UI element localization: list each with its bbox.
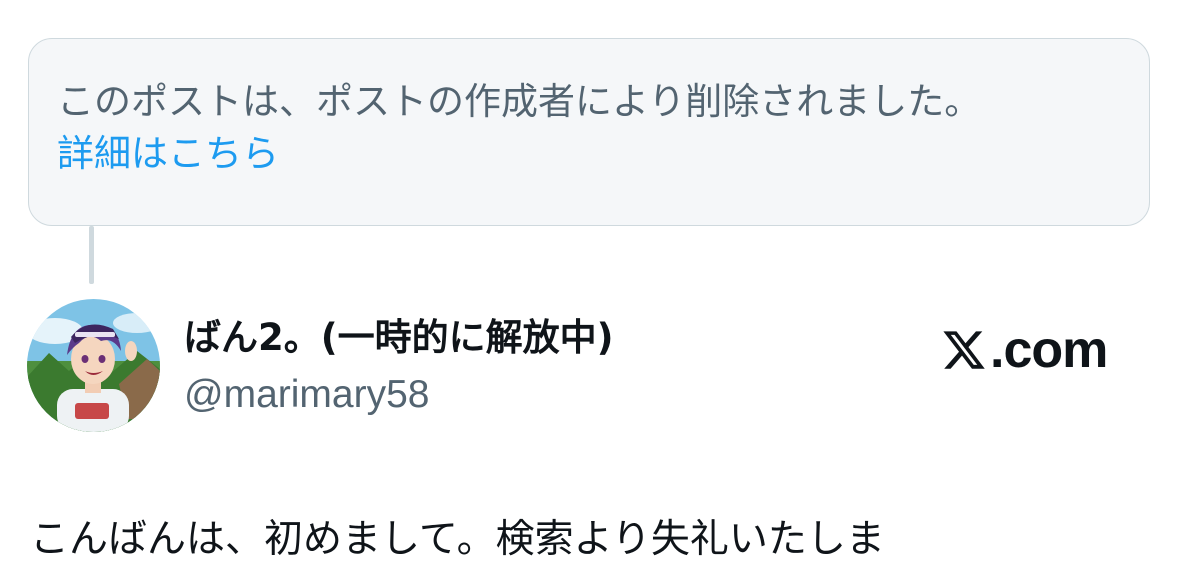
avatar[interactable] (27, 299, 160, 432)
x-logo-icon (943, 331, 985, 369)
x-dot-com-brand[interactable]: .com (940, 321, 1108, 379)
deleted-post-message: このポストは、ポストの作成者により削除されました。 (57, 80, 982, 123)
post-body-text: こんばんは、初めまして。検索より失礼いたしま (30, 517, 885, 562)
deleted-post-notice: このポストは、ポストの作成者により削除されました。 詳細はこちら (28, 38, 1150, 226)
author-display-name[interactable]: ばん2。(一時的に解放中) (184, 313, 614, 363)
learn-more-link[interactable]: 詳細はこちら (57, 129, 279, 179)
brand-label: .com (990, 321, 1108, 379)
thread-connector-line (89, 226, 94, 284)
avatar-illustration (27, 299, 160, 432)
author-handle[interactable]: @marimary58 (184, 370, 429, 420)
